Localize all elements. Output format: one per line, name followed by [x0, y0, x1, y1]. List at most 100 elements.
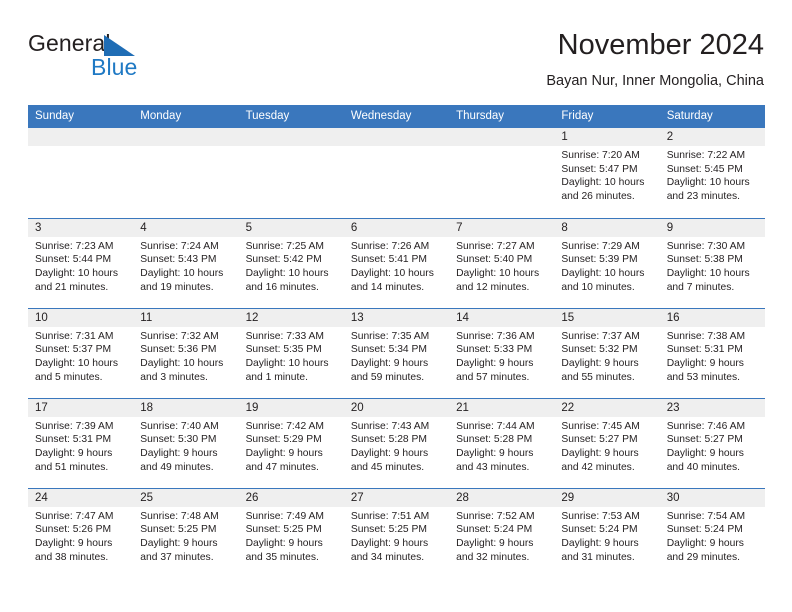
calendar-day-cell[interactable]: 8 Sunrise: 7:29 AM Sunset: 5:39 PM Daylight… — [554, 217, 660, 308]
day-number: 6 — [343, 218, 450, 237]
sunset-text: Sunset: 5:32 PM — [561, 344, 638, 356]
calendar-day-cell[interactable]: 21 Sunrise: 7:44 AM Sunset: 5:28 PM Dayligh… — [449, 397, 555, 488]
calendar-day-cell[interactable]: 9 Sunrise: 7:30 AM Sunset: 5:38 PM Daylight… — [659, 217, 765, 308]
day-number: 27 — [343, 488, 450, 507]
calendar-day-cell[interactable]: 30 Sunrise: 7:54 AM Sunset: 5:24 PM Dayligh… — [659, 487, 765, 578]
day-cell-content: 25 Sunrise: 7:48 AM Sunset: 5:25 PM Dayligh… — [133, 488, 239, 578]
day-number — [343, 128, 450, 146]
sunrise-text: Sunrise: 7:45 AM — [561, 420, 640, 432]
calendar-day-cell[interactable]: 10 Sunrise: 7:31 AM Sunset: 5:37 PM Dayligh… — [28, 307, 134, 398]
day-cell-content: 17 Sunrise: 7:39 AM Sunset: 5:31 PM Dayligh… — [28, 398, 134, 488]
daylight-text: Daylight: 9 hours and 32 minutes. — [456, 537, 534, 563]
calendar-page: General Blue November 2024 Bayan Nur, In… — [0, 0, 792, 612]
sunset-text: Sunset: 5:44 PM — [35, 254, 112, 266]
calendar-day-cell[interactable]: 2 Sunrise: 7:22 AM Sunset: 5:45 PM Daylight… — [659, 128, 765, 218]
calendar-day-cell-empty — [238, 128, 344, 218]
sunrise-text: Sunrise: 7:39 AM — [35, 420, 114, 432]
day-cell-content: 19 Sunrise: 7:42 AM Sunset: 5:29 PM Dayligh… — [238, 398, 344, 488]
day-sun-info: Sunrise: 7:25 AM Sunset: 5:42 PM Daylight:… — [239, 237, 344, 295]
calendar-day-cell[interactable]: 26 Sunrise: 7:49 AM Sunset: 5:25 PM Dayligh… — [238, 487, 344, 578]
calendar-day-cell[interactable]: 27 Sunrise: 7:51 AM Sunset: 5:25 PM Dayligh… — [343, 487, 450, 578]
day-sun-info: Sunrise: 7:37 AM Sunset: 5:32 PM Daylight:… — [554, 327, 659, 385]
day-cell-content: 3 Sunrise: 7:23 AM Sunset: 5:44 PM Daylight… — [28, 218, 134, 308]
sunrise-text: Sunrise: 7:46 AM — [666, 420, 746, 432]
daylight-text: Daylight: 10 hours and 5 minutes. — [35, 357, 118, 383]
calendar-day-cell[interactable]: 20 Sunrise: 7:43 AM Sunset: 5:28 PM Dayligh… — [343, 397, 450, 488]
calendar-day-cell[interactable]: 24 Sunrise: 7:47 AM Sunset: 5:26 PM Dayligh… — [28, 487, 134, 578]
day-cell-content: 6 Sunrise: 7:26 AM Sunset: 5:41 PM Daylight… — [343, 218, 450, 308]
daylight-text: Daylight: 10 hours and 1 minute. — [245, 357, 329, 383]
sunset-text: Sunset: 5:29 PM — [245, 434, 322, 446]
sunset-text: Sunset: 5:24 PM — [666, 524, 743, 536]
day-cell-content: 2 Sunrise: 7:22 AM Sunset: 5:45 PM Daylight… — [659, 128, 765, 217]
day-sun-info: Sunrise: 7:35 AM Sunset: 5:34 PM Daylight:… — [344, 327, 449, 385]
day-sun-info: Sunrise: 7:51 AM Sunset: 5:25 PM Daylight:… — [344, 507, 449, 565]
day-number: 4 — [133, 218, 239, 237]
calendar-day-cell[interactable]: 28 Sunrise: 7:52 AM Sunset: 5:24 PM Dayligh… — [449, 487, 555, 578]
calendar-day-cell[interactable]: 18 Sunrise: 7:40 AM Sunset: 5:30 PM Dayligh… — [133, 397, 239, 488]
calendar-day-cell[interactable]: 7 Sunrise: 7:27 AM Sunset: 5:40 PM Daylight… — [449, 217, 555, 308]
calendar-day-cell[interactable]: 14 Sunrise: 7:36 AM Sunset: 5:33 PM Dayligh… — [449, 307, 555, 398]
sunrise-text: Sunrise: 7:42 AM — [245, 420, 324, 432]
calendar-day-cell[interactable]: 5 Sunrise: 7:25 AM Sunset: 5:42 PM Daylight… — [238, 217, 344, 308]
sunrise-text: Sunrise: 7:54 AM — [666, 510, 746, 522]
daylight-text: Daylight: 10 hours and 19 minutes. — [140, 267, 224, 293]
sunset-text: Sunset: 5:40 PM — [456, 254, 533, 266]
day-number: 26 — [238, 488, 344, 507]
daylight-text: Daylight: 9 hours and 51 minutes. — [35, 447, 113, 473]
day-sun-info: Sunrise: 7:44 AM Sunset: 5:28 PM Daylight:… — [449, 417, 554, 475]
calendar-day-cell[interactable]: 1 Sunrise: 7:20 AM Sunset: 5:47 PM Daylight… — [554, 128, 660, 218]
sunrise-text: Sunrise: 7:27 AM — [456, 240, 535, 252]
calendar-day-cell[interactable]: 16 Sunrise: 7:38 AM Sunset: 5:31 PM Dayligh… — [659, 307, 765, 398]
day-number: 2 — [659, 128, 765, 146]
sunrise-text: Sunrise: 7:25 AM — [245, 240, 324, 252]
calendar-day-cell[interactable]: 29 Sunrise: 7:53 AM Sunset: 5:24 PM Dayligh… — [554, 487, 660, 578]
calendar-day-cell[interactable]: 11 Sunrise: 7:32 AM Sunset: 5:36 PM Dayligh… — [133, 307, 239, 398]
calendar-day-cell[interactable]: 19 Sunrise: 7:42 AM Sunset: 5:29 PM Dayligh… — [238, 397, 344, 488]
calendar-day-cell[interactable]: 12 Sunrise: 7:33 AM Sunset: 5:35 PM Dayligh… — [238, 307, 344, 398]
general-blue-logo[interactable]: General Blue — [28, 30, 248, 92]
day-cell-content: 23 Sunrise: 7:46 AM Sunset: 5:27 PM Dayligh… — [659, 398, 765, 488]
calendar-day-cell[interactable]: 6 Sunrise: 7:26 AM Sunset: 5:41 PM Daylight… — [343, 217, 450, 308]
day-number: 5 — [238, 218, 344, 237]
calendar-day-cell[interactable]: 23 Sunrise: 7:46 AM Sunset: 5:27 PM Dayligh… — [659, 397, 765, 488]
day-cell-content: 24 Sunrise: 7:47 AM Sunset: 5:26 PM Dayligh… — [28, 488, 134, 578]
sunset-text: Sunset: 5:25 PM — [245, 524, 322, 536]
sunset-text: Sunset: 5:31 PM — [666, 344, 743, 356]
calendar-day-cell[interactable]: 15 Sunrise: 7:37 AM Sunset: 5:32 PM Dayligh… — [554, 307, 660, 398]
daylight-text: Daylight: 10 hours and 3 minutes. — [140, 357, 224, 383]
day-number — [28, 128, 134, 146]
day-cell-content — [133, 128, 239, 217]
daylight-text: Daylight: 9 hours and 29 minutes. — [666, 537, 744, 563]
sunrise-text: Sunrise: 7:32 AM — [140, 330, 219, 342]
sunrise-text: Sunrise: 7:35 AM — [350, 330, 430, 342]
day-sun-info: Sunrise: 7:23 AM Sunset: 5:44 PM Daylight:… — [28, 237, 133, 295]
weekday-header-row: Sunday Monday Tuesday Wednesday Thursday… — [28, 105, 765, 128]
sunrise-text: Sunrise: 7:51 AM — [350, 510, 430, 522]
day-cell-content: 9 Sunrise: 7:30 AM Sunset: 5:38 PM Daylight… — [659, 218, 765, 308]
calendar-day-cell[interactable]: 17 Sunrise: 7:39 AM Sunset: 5:31 PM Dayligh… — [28, 397, 134, 488]
calendar-day-cell[interactable]: 13 Sunrise: 7:35 AM Sunset: 5:34 PM Dayligh… — [343, 307, 450, 398]
sunset-text: Sunset: 5:24 PM — [456, 524, 533, 536]
calendar-day-cell-empty — [343, 128, 450, 218]
logo-text-general: General — [28, 30, 111, 56]
calendar-day-cell[interactable]: 22 Sunrise: 7:45 AM Sunset: 5:27 PM Dayligh… — [554, 397, 660, 488]
day-cell-content: 20 Sunrise: 7:43 AM Sunset: 5:28 PM Dayligh… — [343, 398, 450, 488]
calendar-day-cell[interactable]: 4 Sunrise: 7:24 AM Sunset: 5:43 PM Daylight… — [133, 217, 239, 308]
calendar-day-cell[interactable]: 3 Sunrise: 7:23 AM Sunset: 5:44 PM Daylight… — [28, 217, 134, 308]
day-sun-info: Sunrise: 7:45 AM Sunset: 5:27 PM Daylight:… — [554, 417, 659, 475]
daylight-text: Daylight: 9 hours and 38 minutes. — [35, 537, 113, 563]
weekday-header-sunday: Sunday — [28, 105, 134, 128]
sunrise-text: Sunrise: 7:36 AM — [456, 330, 535, 342]
day-cell-content: 5 Sunrise: 7:25 AM Sunset: 5:42 PM Daylight… — [238, 218, 344, 308]
sunset-text: Sunset: 5:35 PM — [245, 344, 322, 356]
day-number: 12 — [238, 308, 344, 327]
calendar-week-row: 1 Sunrise: 7:20 AM Sunset: 5:47 PM Daylight… — [28, 128, 765, 218]
sunset-text: Sunset: 5:41 PM — [350, 254, 427, 266]
day-cell-content: 29 Sunrise: 7:53 AM Sunset: 5:24 PM Dayligh… — [554, 488, 660, 578]
daylight-text: Daylight: 9 hours and 42 minutes. — [561, 447, 639, 473]
day-cell-content: 11 Sunrise: 7:32 AM Sunset: 5:36 PM Dayligh… — [133, 308, 239, 398]
day-cell-content: 28 Sunrise: 7:52 AM Sunset: 5:24 PM Dayligh… — [449, 488, 555, 578]
day-sun-info: Sunrise: 7:24 AM Sunset: 5:43 PM Daylight:… — [133, 237, 238, 295]
calendar-day-cell[interactable]: 25 Sunrise: 7:48 AM Sunset: 5:25 PM Dayligh… — [133, 487, 239, 578]
